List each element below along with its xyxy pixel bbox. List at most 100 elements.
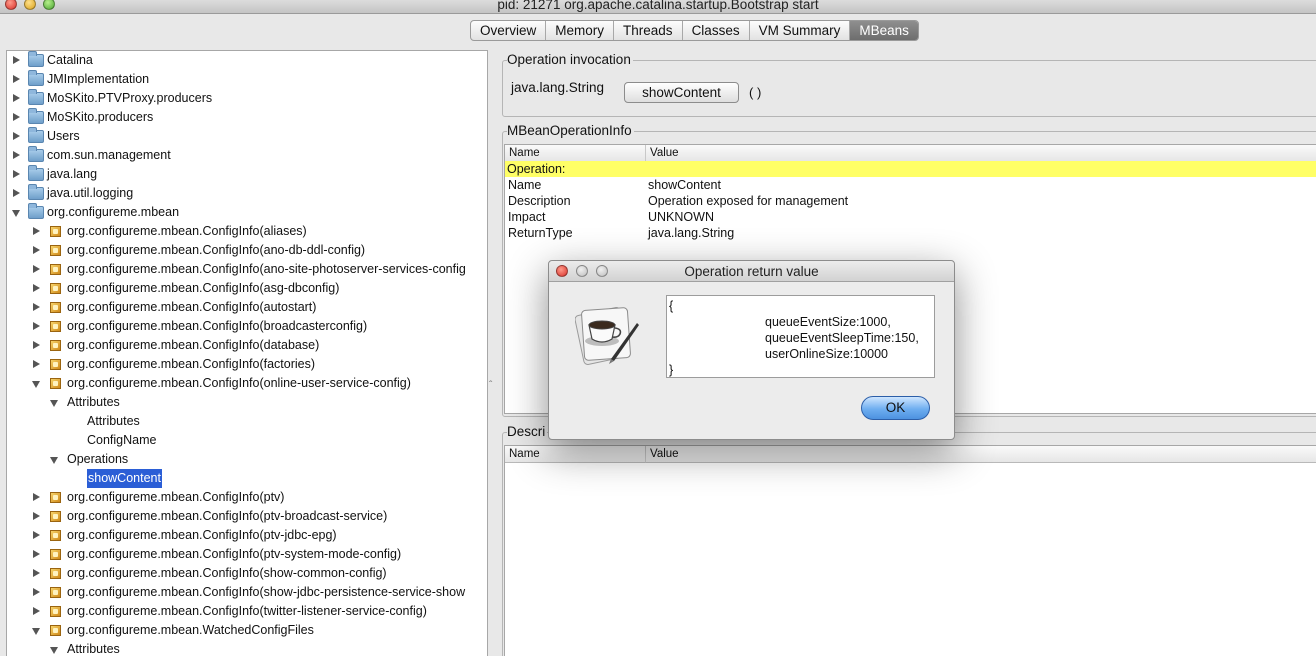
tree-node[interactable]: showContent <box>7 469 487 488</box>
tree-collapsed-arrow-icon[interactable] <box>33 303 40 311</box>
operation-highlight-label: Operation: <box>507 162 566 176</box>
tab-bar: Overview Memory Threads Classes VM Summa… <box>470 20 919 41</box>
info-row-name: Name <box>508 178 542 192</box>
return-value-line: } <box>669 363 674 377</box>
tree-expanded-arrow-icon[interactable] <box>50 647 58 654</box>
tree-node[interactable]: org.configureme.mbean.ConfigInfo(autosta… <box>7 298 487 317</box>
tree-expanded-arrow-icon[interactable] <box>50 400 58 407</box>
tree-collapsed-arrow-icon[interactable] <box>13 132 20 140</box>
tree-node[interactable]: Attributes <box>7 412 487 431</box>
tree-node[interactable]: java.lang <box>7 165 487 184</box>
tree-expanded-arrow-icon[interactable] <box>50 457 58 464</box>
tree-node[interactable]: org.configureme.mbean.ConfigInfo(online-… <box>7 374 487 393</box>
tab-vm-summary[interactable]: VM Summary <box>750 21 851 40</box>
info-value-header[interactable]: Value <box>646 145 1316 162</box>
tab-memory[interactable]: Memory <box>546 21 615 40</box>
tree-node[interactable]: org.configureme.mbean.ConfigInfo(ptv-jdb… <box>7 526 487 545</box>
tree-node[interactable]: Catalina <box>7 51 487 70</box>
operation-params: ( ) <box>749 85 762 100</box>
tree-collapsed-arrow-icon[interactable] <box>13 189 20 197</box>
tree-node[interactable]: org.configureme.mbean.ConfigInfo(show-jd… <box>7 583 487 602</box>
tree-expanded-arrow-icon[interactable] <box>32 381 40 388</box>
tree-node[interactable]: org.configureme.mbean.ConfigInfo(factori… <box>7 355 487 374</box>
tree-expanded-arrow-icon[interactable] <box>12 210 20 217</box>
info-row-value: UNKNOWN <box>648 210 714 224</box>
tree-node[interactable]: org.configureme.mbean.ConfigInfo(broadca… <box>7 317 487 336</box>
tree-node[interactable]: org.configureme.mbean.ConfigInfo(ano-sit… <box>7 260 487 279</box>
tree-collapsed-arrow-icon[interactable] <box>33 246 40 254</box>
tree-collapsed-arrow-icon[interactable] <box>13 113 20 121</box>
tree-node-label: Attributes <box>67 395 120 409</box>
tree-expanded-arrow-icon[interactable] <box>32 628 40 635</box>
tree-collapsed-arrow-icon[interactable] <box>13 151 20 159</box>
tree-collapsed-arrow-icon[interactable] <box>13 170 20 178</box>
tree-collapsed-arrow-icon[interactable] <box>13 56 20 64</box>
info-name-header[interactable]: Name <box>505 145 646 162</box>
tree-node[interactable]: JMImplementation <box>7 70 487 89</box>
return-value-line: queueEventSize:1000, <box>765 315 891 329</box>
tree-node[interactable]: org.configureme.mbean.ConfigInfo(twitter… <box>7 602 487 621</box>
tree-collapsed-arrow-icon[interactable] <box>33 322 40 330</box>
tree-collapsed-arrow-icon[interactable] <box>33 531 40 539</box>
window-title: pid: 21271 org.apache.catalina.startup.B… <box>497 0 819 12</box>
tree-collapsed-arrow-icon[interactable] <box>33 341 40 349</box>
tree-node[interactable]: Operations <box>7 450 487 469</box>
tree-node[interactable]: org.configureme.mbean.ConfigInfo(ptv) <box>7 488 487 507</box>
tree-collapsed-arrow-icon[interactable] <box>33 550 40 558</box>
tree-collapsed-arrow-icon[interactable] <box>33 607 40 615</box>
tree-collapsed-arrow-icon[interactable] <box>13 94 20 102</box>
tree-node[interactable]: com.sun.management <box>7 146 487 165</box>
tree-node[interactable]: java.util.logging <box>7 184 487 203</box>
tree-node[interactable]: org.configureme.mbean.WatchedConfigFiles <box>7 621 487 640</box>
operation-invocation-title: Operation invocation <box>507 52 633 67</box>
tree-node[interactable]: MoSKito.producers <box>7 108 487 127</box>
tree-node[interactable]: Users <box>7 127 487 146</box>
tree-node-label: org.configureme.mbean.ConfigInfo(ptv) <box>67 490 285 504</box>
tree-collapsed-arrow-icon[interactable] <box>33 284 40 292</box>
tree-node[interactable]: org.configureme.mbean.ConfigInfo(ptv-bro… <box>7 507 487 526</box>
mbean-icon <box>50 587 61 598</box>
tab-mbeans[interactable]: MBeans <box>850 21 918 40</box>
folder-icon <box>28 127 44 143</box>
tree-node[interactable]: org.configureme.mbean.ConfigInfo(aliases… <box>7 222 487 241</box>
tree-node[interactable]: Attributes <box>7 640 487 656</box>
tree-node[interactable]: ConfigName <box>7 431 487 450</box>
tree-node-label: org.configureme.mbean.ConfigInfo(show-jd… <box>67 585 466 599</box>
splitter-handle-icon[interactable]: ˆ <box>489 380 492 391</box>
return-value-line: queueEventSleepTime:150, <box>765 331 919 345</box>
tree-node[interactable]: org.configureme.mbean <box>7 203 487 222</box>
tree-collapsed-arrow-icon[interactable] <box>33 493 40 501</box>
descriptor-name-header[interactable]: Name <box>505 446 646 463</box>
tab-overview[interactable]: Overview <box>471 21 547 40</box>
descriptor-table: Name Value <box>504 445 1316 656</box>
tree-node-label: Attributes <box>67 642 120 656</box>
tree-node[interactable]: org.configureme.mbean.ConfigInfo(asg-dbc… <box>7 279 487 298</box>
tree-node[interactable]: org.configureme.mbean.ConfigInfo(ano-db-… <box>7 241 487 260</box>
descriptor-value-header[interactable]: Value <box>646 446 1316 463</box>
tree-collapsed-arrow-icon[interactable] <box>33 569 40 577</box>
invoke-operation-button[interactable]: showContent <box>624 82 739 103</box>
tree-node[interactable]: Attributes <box>7 393 487 412</box>
tree-node[interactable]: org.configureme.mbean.ConfigInfo(databas… <box>7 336 487 355</box>
mbean-icon <box>50 340 61 351</box>
tree-node-label: org.configureme.mbean.ConfigInfo(asg-dbc… <box>67 281 340 295</box>
tree-collapsed-arrow-icon[interactable] <box>33 360 40 368</box>
mbean-tree[interactable]: Catalina JMImplementation MoSKito.PTVProxy… <box>6 50 488 656</box>
tree-node[interactable]: MoSKito.PTVProxy.producers <box>7 89 487 108</box>
tree-collapsed-arrow-icon[interactable] <box>33 265 40 273</box>
info-row-name: ReturnType <box>508 226 573 240</box>
mbean-icon <box>50 264 61 275</box>
ok-button[interactable]: OK <box>861 396 930 420</box>
tree-collapsed-arrow-icon[interactable] <box>33 512 40 520</box>
tree-collapsed-arrow-icon[interactable] <box>33 588 40 596</box>
tab-threads[interactable]: Threads <box>614 21 683 40</box>
tree-collapsed-arrow-icon[interactable] <box>33 227 40 235</box>
tree-node[interactable]: org.configureme.mbean.ConfigInfo(show-co… <box>7 564 487 583</box>
tree-node[interactable]: org.configureme.mbean.ConfigInfo(ptv-sys… <box>7 545 487 564</box>
window-titlebar: pid: 21271 org.apache.catalina.startup.B… <box>0 0 1316 14</box>
dialog-title: Operation return value <box>684 264 819 279</box>
tree-collapsed-arrow-icon[interactable] <box>13 75 20 83</box>
tab-classes[interactable]: Classes <box>683 21 750 40</box>
mbean-icon <box>50 302 61 313</box>
return-value-textarea[interactable]: { queueEventSize:1000, queueEventSleepTi… <box>666 295 935 378</box>
